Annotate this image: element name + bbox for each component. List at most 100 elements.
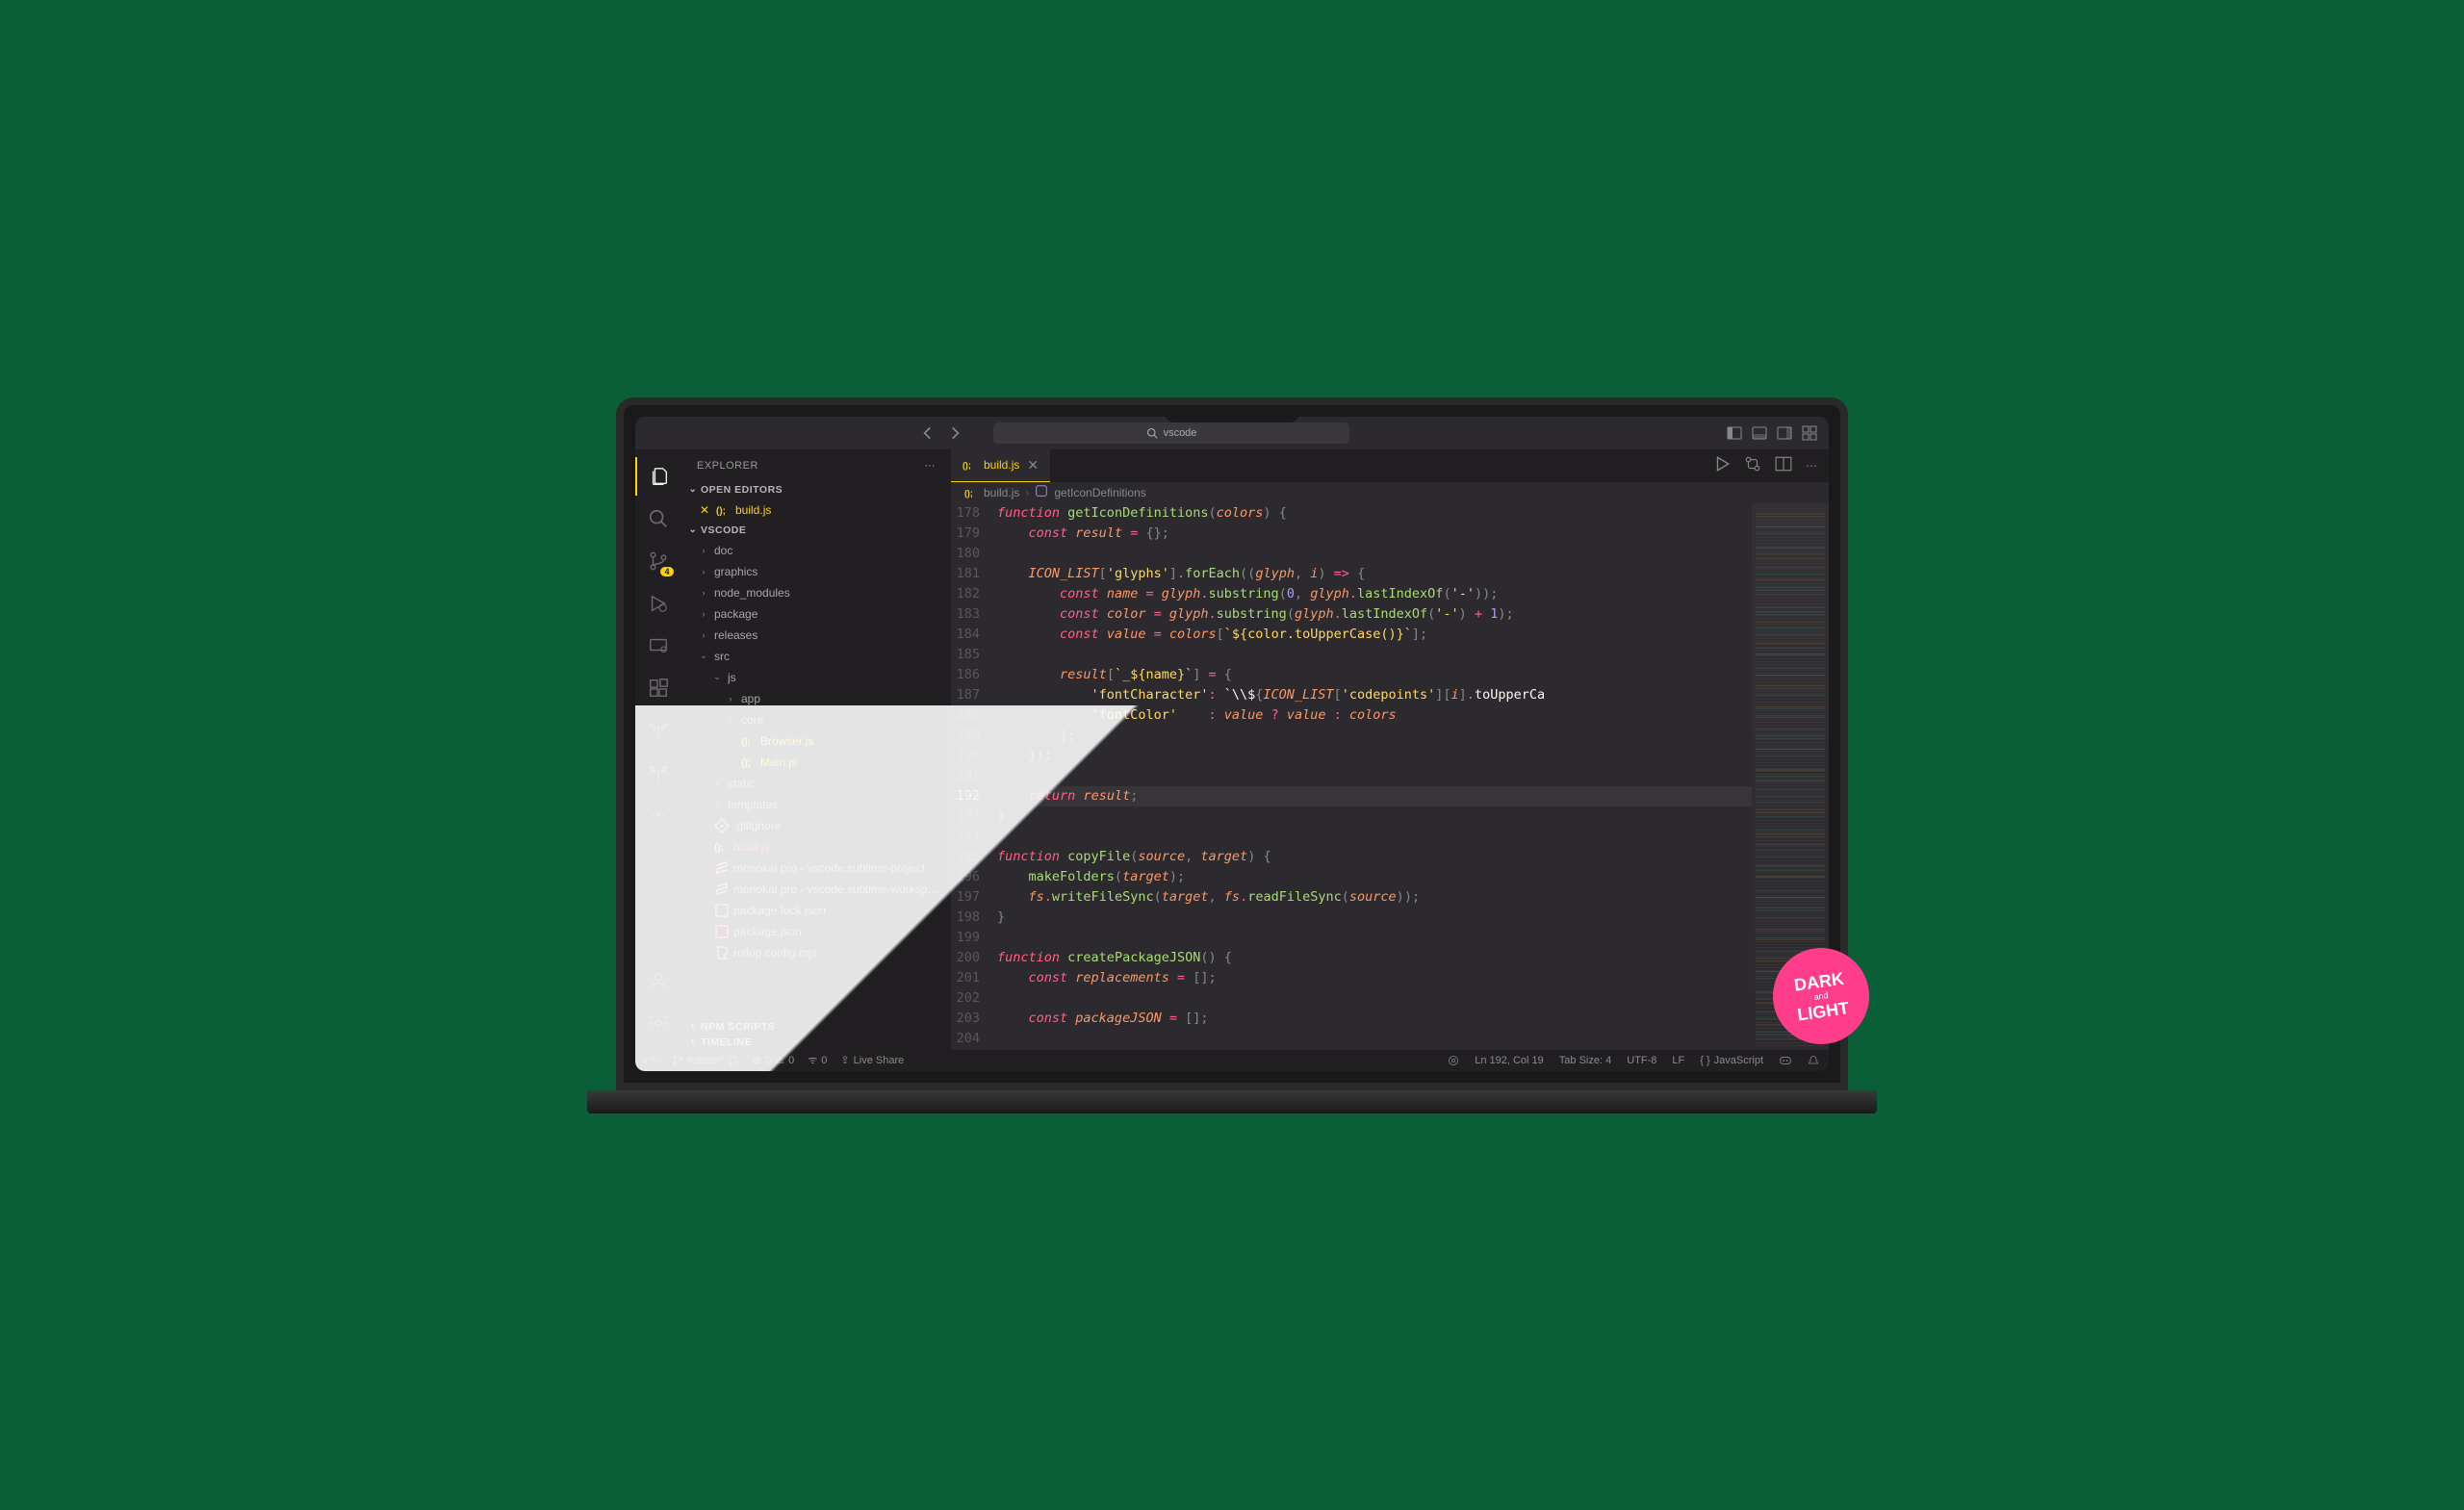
open-editor-item[interactable]: ✕ (); build.js — [681, 499, 951, 521]
sidebar-more-button[interactable]: ⋯ — [925, 459, 937, 472]
svg-text:();: (); — [741, 758, 751, 769]
file-item[interactable]: monokai pro - vscode.sublime-worksp… — [681, 879, 951, 900]
status-eol[interactable]: LF — [1672, 1054, 1684, 1067]
activity-search[interactable] — [635, 499, 681, 538]
file-item[interactable]: monokai pro - vscode.sublime-project — [681, 857, 951, 879]
breadcrumb[interactable]: (); build.js › getIconDefinitions — [951, 482, 1829, 503]
file-item[interactable]: package-lock.json — [681, 900, 951, 921]
section-timeline[interactable]: › TIMELINE — [681, 1035, 951, 1050]
folder-item[interactable]: ›releases — [681, 625, 951, 646]
nav-forward-button[interactable] — [943, 422, 966, 445]
sidebar-header: EXPLORER ⋯ — [681, 449, 951, 482]
status-indentation[interactable]: Tab Size: 4 — [1559, 1054, 1611, 1067]
activity-remote[interactable] — [635, 627, 681, 665]
chevron-right-icon: › — [697, 630, 710, 640]
status-encoding[interactable]: UTF-8 — [1627, 1054, 1656, 1067]
folder-item[interactable]: ⌄js — [681, 667, 951, 688]
json-file-icon — [714, 924, 730, 939]
section-project[interactable]: ⌄ VSCODE — [681, 523, 951, 538]
tree-item-label: graphics — [714, 565, 757, 578]
status-liveshare[interactable]: ⇪ Live Share — [840, 1054, 904, 1066]
sublime-file-icon — [714, 882, 730, 897]
chevron-right-icon: › — [724, 694, 737, 704]
status-problems[interactable]: ⊗ 0 ⚠ 0 — [753, 1054, 794, 1066]
editor-tab-active[interactable]: (); build.js ✕ — [951, 449, 1050, 482]
status-copilot[interactable] — [1779, 1054, 1792, 1067]
tree-item-label: node_modules — [714, 586, 790, 600]
file-item[interactable]: ();Browser.js — [681, 730, 951, 752]
chevron-right-icon: › — [697, 588, 710, 598]
code-editor[interactable]: 1781791801811821831841851861871881891901… — [951, 503, 1829, 1050]
status-cursor-position[interactable]: Ln 192, Col 19 — [1475, 1054, 1544, 1067]
javascript-file-icon: (); — [964, 486, 978, 499]
code-content[interactable]: function getIconDefinitions(colors) { co… — [997, 503, 1752, 1050]
git-compare-icon[interactable] — [1744, 455, 1761, 475]
status-notifications[interactable] — [1808, 1054, 1819, 1067]
folder-item[interactable]: › node_modules — [681, 582, 951, 603]
file-item[interactable]: rollup.config.mjs — [681, 942, 951, 963]
customize-layout-icon[interactable] — [1802, 425, 1817, 441]
line-number-gutter: 1781791801811821831841851861871881891901… — [951, 503, 997, 1050]
activity-account[interactable] — [635, 961, 681, 1000]
section-label: TIMELINE — [701, 1037, 752, 1048]
folder-item[interactable]: ›core — [681, 709, 951, 730]
tab-label: build.js — [984, 458, 1019, 472]
close-icon[interactable]: ✕ — [697, 502, 712, 518]
folder-item[interactable]: ›doc — [681, 540, 951, 561]
folder-item[interactable]: ›graphics — [681, 561, 951, 582]
layout-panel-icon[interactable] — [1752, 425, 1767, 441]
status-language[interactable]: { } JavaScript — [1700, 1054, 1763, 1067]
folder-item[interactable]: › app — [681, 688, 951, 709]
file-item[interactable]: package.json — [681, 921, 951, 942]
svg-text:();: (); — [964, 488, 973, 498]
folder-item[interactable]: ›package — [681, 603, 951, 625]
activity-source-control[interactable]: 4 — [635, 542, 681, 580]
tree-item-label: monokai pro - vscode.sublime-project — [733, 861, 925, 875]
status-remote[interactable] — [645, 1054, 658, 1067]
status-feedback[interactable] — [1448, 1054, 1459, 1067]
status-branch[interactable]: master* — [672, 1055, 739, 1066]
folder-item[interactable]: ›templates — [681, 794, 951, 815]
svg-text:();: (); — [741, 737, 751, 748]
svg-text:();: (); — [962, 461, 971, 471]
activity-explorer[interactable] — [635, 457, 681, 496]
ellipsis-icon[interactable]: ⋯ — [1806, 459, 1817, 473]
layout-sidebar-left-icon[interactable] — [1727, 425, 1742, 441]
tree-item-label: monokai pro - vscode.sublime-worksp… — [733, 883, 938, 896]
chevron-right-icon: › — [1025, 486, 1029, 499]
search-icon — [648, 508, 669, 529]
sidebar-explorer: EXPLORER ⋯ ⌄ OPEN EDITORS ✕ (); — [681, 449, 951, 1050]
activity-extra-1[interactable] — [635, 711, 681, 750]
tree-item-label: build.js — [733, 840, 769, 854]
tree-item-label: app — [741, 692, 760, 705]
section-npm-scripts[interactable]: › NPM SCRIPTS — [681, 1019, 951, 1035]
nav-back-button[interactable] — [916, 422, 939, 445]
folder-item[interactable]: ⌄src — [681, 646, 951, 667]
folder-item[interactable]: ›static — [681, 773, 951, 794]
tree-item-label: Main.js — [760, 755, 797, 769]
status-ports[interactable]: ᯤ 0 — [808, 1053, 827, 1067]
gitignore-file-icon — [714, 818, 730, 833]
method-icon — [1035, 484, 1048, 500]
activity-settings[interactable] — [635, 1004, 681, 1042]
branch-name: master* — [687, 1055, 724, 1066]
chevron-down-icon: ⌄ — [685, 484, 701, 495]
javascript-file-icon: (); — [962, 458, 976, 472]
activity-extra-2[interactable] — [635, 754, 681, 792]
chevron-right-icon: › — [697, 546, 710, 555]
layout-sidebar-right-icon[interactable] — [1777, 425, 1792, 441]
file-item[interactable]: (); Main.js — [681, 752, 951, 773]
command-center-search[interactable]: vscode — [993, 422, 1349, 444]
split-editor-icon[interactable] — [1775, 455, 1792, 475]
file-item[interactable]: .gitignore — [681, 815, 951, 836]
section-open-editors[interactable]: ⌄ OPEN EDITORS — [681, 482, 951, 498]
activity-overflow[interactable]: ⋯ — [635, 796, 681, 834]
remote-icon — [648, 635, 669, 656]
close-icon[interactable]: ✕ — [1027, 457, 1039, 473]
open-editors-list: ✕ (); build.js — [681, 498, 951, 523]
activity-extensions[interactable] — [635, 669, 681, 707]
file-item[interactable]: ();build.js — [681, 836, 951, 857]
run-icon[interactable] — [1713, 455, 1731, 475]
javascript-file-icon: (); — [741, 733, 757, 749]
activity-debug[interactable] — [635, 584, 681, 623]
